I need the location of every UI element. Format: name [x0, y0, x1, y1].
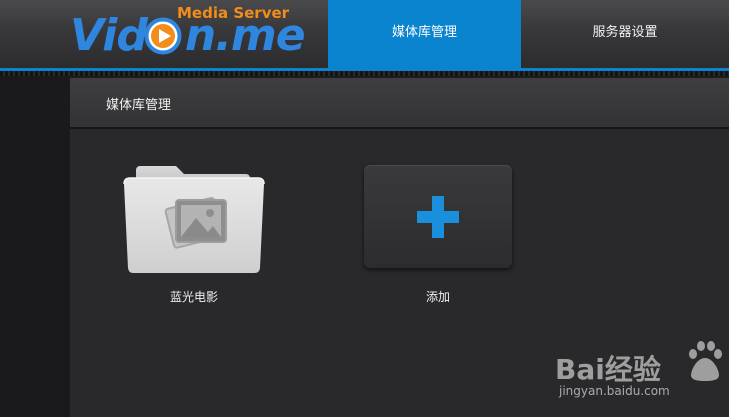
- logo-wordmark-prefix: Vid: [70, 10, 148, 61]
- tab-server-settings[interactable]: 服务器设置: [521, 0, 729, 68]
- photo-folder-icon: [123, 166, 265, 273]
- vidon-logo[interactable]: Media Server Vid n.me: [70, 2, 306, 64]
- watermark-url: jingyan.baidu.com: [559, 384, 670, 398]
- baidu-watermark: Bai经验 jingyan.baidu.com: [555, 340, 725, 410]
- play-button-logo-icon: [144, 17, 182, 55]
- library-folder-tile[interactable]: [118, 162, 270, 276]
- section-header: 媒体库管理: [70, 78, 729, 129]
- divider-band: [0, 71, 729, 76]
- baidu-paw-icon: [689, 341, 722, 381]
- tab-media-library[interactable]: 媒体库管理: [328, 0, 521, 68]
- add-library-label[interactable]: 添加: [364, 288, 512, 305]
- left-sidebar: [0, 76, 70, 417]
- logo-wordmark: Vid n.me: [70, 10, 306, 62]
- library-folder-label[interactable]: 蓝光电影: [118, 288, 270, 305]
- plus-icon: [417, 196, 459, 238]
- watermark-brand: Bai经验: [555, 353, 661, 386]
- logo-wordmark-suffix: n.me: [184, 10, 306, 61]
- add-library-button[interactable]: [364, 165, 512, 268]
- top-bar: Media Server Vid n.me 媒体库管理 服务器设置: [0, 0, 729, 68]
- section-title: 媒体库管理: [106, 98, 172, 113]
